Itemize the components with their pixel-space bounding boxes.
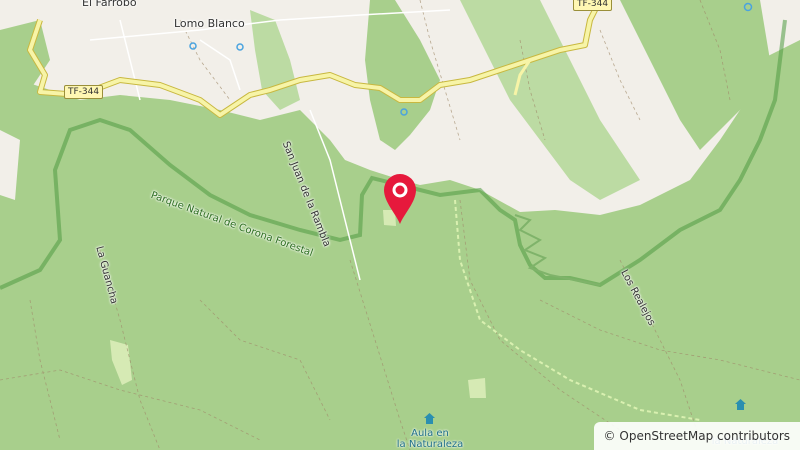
poi-label-line2: la Naturaleza <box>396 439 464 450</box>
map-attribution: © OpenStreetMap contributors <box>593 422 800 450</box>
building-icon <box>423 412 436 425</box>
place-label: El Farrobo <box>82 0 137 9</box>
copyright-symbol: © <box>603 429 616 443</box>
road-shield: TF-344 <box>64 85 104 99</box>
poi-label: Aula en la Naturaleza <box>396 428 464 450</box>
attribution-link[interactable]: OpenStreetMap contributors <box>619 429 790 443</box>
map-pin-marker-icon[interactable] <box>382 170 418 226</box>
meadow <box>468 378 486 398</box>
building-icon <box>734 398 747 411</box>
poi-label-line1: Aula en <box>411 428 449 439</box>
road-shield: TF-344 <box>573 0 613 11</box>
map-view[interactable]: El Farrobo Lomo Blanco TF-344 TF-344 San… <box>0 0 800 450</box>
place-label: Lomo Blanco <box>174 17 245 30</box>
